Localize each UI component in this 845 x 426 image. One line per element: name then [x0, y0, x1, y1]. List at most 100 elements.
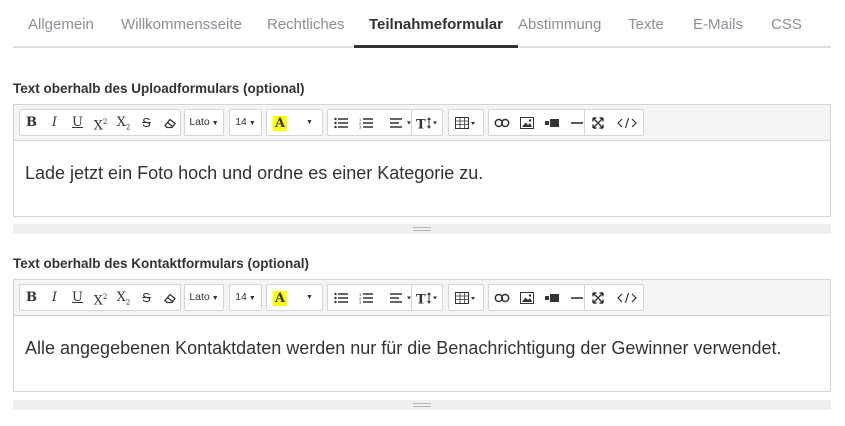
fullscreen-button[interactable] [585, 285, 610, 310]
text-color-button[interactable]: A [269, 285, 291, 310]
font-size-value: 14 [235, 116, 247, 128]
unordered-list-button[interactable] [328, 110, 353, 135]
font-size-dropdown[interactable]: 14 ▼ [229, 109, 262, 136]
code-view-button[interactable] [610, 110, 643, 135]
editor-toolbar: B I U X2 X2 S Lato ▼ 14 ▼ A ▼ 123 T [14, 105, 830, 141]
fullscreen-icon [591, 116, 604, 129]
bold-button[interactable]: B [20, 110, 43, 135]
ordered-list-icon: 123 [359, 292, 373, 303]
fullscreen-icon [591, 291, 604, 304]
underline-button[interactable]: U [66, 285, 89, 310]
text-height-icon: T [416, 291, 437, 304]
upload-text-label: Text oberhalb des Uploadformulars (optio… [13, 81, 305, 96]
table-dropdown[interactable] [448, 109, 484, 136]
video-button[interactable] [539, 110, 564, 135]
font-family-value: Lato [189, 291, 210, 303]
color-button-group: A ▼ [266, 284, 323, 311]
font-family-dropdown[interactable]: Lato ▼ [184, 109, 224, 136]
view-button-group [584, 284, 644, 311]
svg-text:T: T [416, 292, 426, 304]
svg-text:3: 3 [359, 299, 362, 303]
image-icon [519, 116, 534, 129]
subscript-label: X [116, 115, 126, 130]
text-height-icon: T [416, 116, 437, 129]
view-button-group [584, 109, 644, 136]
resize-grip-icon [413, 227, 431, 231]
tab-willkommensseite[interactable]: Willkommensseite [106, 0, 257, 48]
style-button-group: B I U X2 X2 S [19, 109, 181, 136]
video-icon [544, 118, 559, 127]
font-family-value: Lato [189, 116, 210, 128]
text-height-dropdown[interactable]: T [411, 284, 443, 311]
superscript-button[interactable]: X2 [89, 110, 112, 135]
svg-text:T: T [416, 117, 426, 129]
font-size-dropdown[interactable]: 14 ▼ [229, 284, 262, 311]
tab-teilnahmeformular[interactable]: Teilnahmeformular [354, 0, 518, 48]
strikethrough-button[interactable]: S [135, 110, 158, 135]
fullscreen-button[interactable] [585, 110, 610, 135]
insert-button-group [488, 284, 594, 311]
ordered-list-button[interactable]: 123 [353, 285, 378, 310]
contact-text-label: Text oberhalb des Kontaktformulars (opti… [13, 256, 310, 271]
upload-text-value: Lade jetzt ein Foto hoch und ordne es ei… [25, 163, 484, 183]
eraser-icon [163, 118, 176, 128]
tab-rechtliches[interactable]: Rechtliches [252, 0, 360, 48]
table-icon [455, 291, 475, 304]
upload-editor-resize-handle[interactable] [13, 224, 831, 234]
svg-text:3: 3 [359, 124, 362, 128]
bold-button[interactable]: B [20, 285, 43, 310]
table-icon [455, 116, 475, 129]
superscript-label: X [93, 118, 103, 134]
video-icon [544, 293, 559, 302]
horizontal-rule-icon [570, 296, 583, 299]
tab-texte[interactable]: Texte [613, 0, 679, 48]
contact-text-value: Alle angegebenen Kontaktdaten werden nur… [25, 338, 782, 358]
superscript-label: X [93, 293, 103, 309]
contact-editor-resize-handle[interactable] [13, 400, 831, 410]
tab-allgemein[interactable]: Allgemein [13, 0, 109, 48]
subscript-button[interactable]: X2 [112, 110, 135, 135]
upload-text-content[interactable]: Lade jetzt ein Foto hoch und ordne es ei… [14, 141, 830, 216]
font-size-value: 14 [235, 291, 247, 303]
tab-abstimmung[interactable]: Abstimmung [503, 0, 616, 48]
color-dropdown-toggle[interactable]: ▼ [297, 110, 322, 135]
contact-text-content[interactable]: Alle angegebenen Kontaktdaten werden nur… [14, 316, 830, 391]
insert-button-group [488, 109, 594, 136]
color-button-group: A ▼ [266, 109, 323, 136]
italic-button[interactable]: I [43, 285, 66, 310]
eraser-button[interactable] [158, 110, 181, 135]
strikethrough-button[interactable]: S [135, 285, 158, 310]
image-button[interactable] [514, 110, 539, 135]
tab-css[interactable]: CSS [756, 0, 817, 48]
link-icon [494, 118, 509, 127]
superscript-button[interactable]: X2 [89, 285, 112, 310]
italic-button[interactable]: I [43, 110, 66, 135]
editor-toolbar: B I U X2 X2 S Lato ▼ 14 ▼ A ▼ 123 T [14, 280, 830, 316]
upload-text-editor: B I U X2 X2 S Lato ▼ 14 ▼ A ▼ 123 T Lade… [13, 104, 831, 217]
underline-button[interactable]: U [66, 110, 89, 135]
tab-e-mails[interactable]: E-Mails [678, 0, 758, 48]
subscript-button[interactable]: X2 [112, 285, 135, 310]
unordered-list-button[interactable] [328, 285, 353, 310]
link-icon [494, 293, 509, 302]
resize-grip-icon [413, 403, 431, 407]
text-color-button[interactable]: A [269, 110, 291, 135]
image-button[interactable] [514, 285, 539, 310]
eraser-button[interactable] [158, 285, 181, 310]
code-view-icon [616, 117, 637, 128]
subscript-label: X [116, 290, 126, 305]
image-icon [519, 291, 534, 304]
color-dropdown-toggle[interactable]: ▼ [297, 285, 322, 310]
link-button[interactable] [489, 285, 514, 310]
color-letter: A [272, 116, 288, 131]
style-button-group: B I U X2 X2 S [19, 284, 181, 311]
video-button[interactable] [539, 285, 564, 310]
table-dropdown[interactable] [448, 284, 484, 311]
code-view-button[interactable] [610, 285, 643, 310]
contact-text-editor: B I U X2 X2 S Lato ▼ 14 ▼ A ▼ 123 T Alle… [13, 279, 831, 392]
link-button[interactable] [489, 110, 514, 135]
font-family-dropdown[interactable]: Lato ▼ [184, 284, 224, 311]
text-height-dropdown[interactable]: T [411, 109, 443, 136]
ordered-list-button[interactable]: 123 [353, 110, 378, 135]
horizontal-rule-icon [570, 121, 583, 124]
